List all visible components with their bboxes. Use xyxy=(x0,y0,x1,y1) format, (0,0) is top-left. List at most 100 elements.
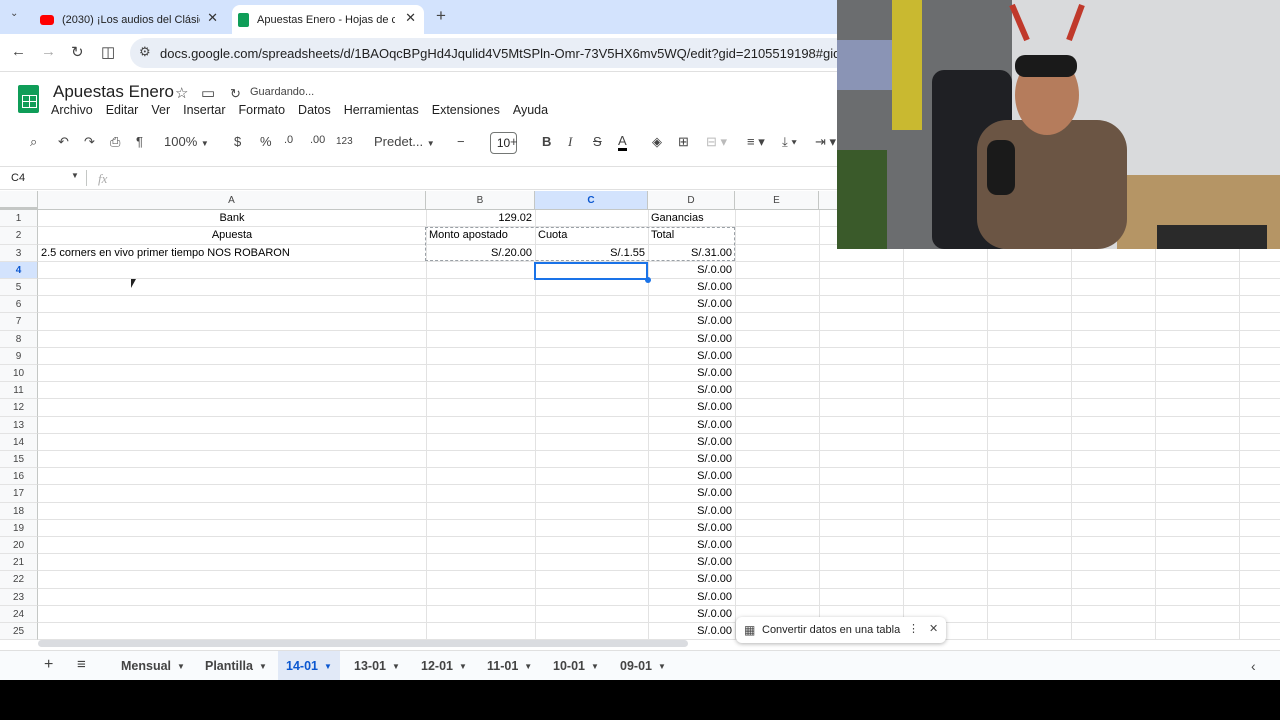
cell-b3[interactable]: S/.20.00 xyxy=(426,245,535,262)
cell-d7[interactable]: S/.0.00 xyxy=(648,313,735,330)
row-header-24[interactable]: 24 xyxy=(0,606,38,623)
menu-ver[interactable]: Ver xyxy=(151,103,170,117)
sheets-logo-icon[interactable] xyxy=(18,85,39,113)
borders-icon[interactable]: ⊞ xyxy=(678,134,689,150)
paint-format-icon[interactable]: ¶ xyxy=(136,134,143,149)
collapse-sidebar-icon[interactable]: ‹ xyxy=(1251,658,1256,674)
row-header-21[interactable]: 21 xyxy=(0,554,38,571)
row-header-8[interactable]: 8 xyxy=(0,331,38,348)
menu-herramientas[interactable]: Herramientas xyxy=(344,103,419,117)
column-header-d[interactable]: D xyxy=(648,191,735,210)
move-folder-icon[interactable]: ▭ xyxy=(201,84,215,102)
cell-a1[interactable]: Bank xyxy=(38,210,426,227)
cell-d10[interactable]: S/.0.00 xyxy=(648,365,735,382)
convert-table-chip[interactable]: ▦ Convertir datos en una tabla ⋮ ✕ xyxy=(736,617,946,643)
tab-sheets[interactable]: Apuestas Enero - Hojas de cálc ✕ xyxy=(232,5,424,34)
cell-d15[interactable]: S/.0.00 xyxy=(648,451,735,468)
active-cell-c4[interactable] xyxy=(534,262,648,280)
cell-d8[interactable]: S/.0.00 xyxy=(648,331,735,348)
row-header-7[interactable]: 7 xyxy=(0,313,38,331)
minus-icon[interactable]: − xyxy=(457,134,465,149)
split-view-icon[interactable]: ◫ xyxy=(101,43,115,61)
cell-d21[interactable]: S/.0.00 xyxy=(648,554,735,571)
decrease-decimal-button[interactable]: .0 xyxy=(284,134,293,146)
bold-icon[interactable]: B xyxy=(542,134,551,149)
sheet-tab-12-01[interactable]: 12-01 ▼ xyxy=(413,651,475,680)
row-header-6[interactable]: 6 xyxy=(0,296,38,313)
vertical-align-icon[interactable]: ⤓ ▾ xyxy=(782,134,797,150)
row-header-16[interactable]: 16 xyxy=(0,468,38,485)
row-header-15[interactable]: 15 xyxy=(0,451,38,468)
cell-c2[interactable]: Cuota xyxy=(535,227,648,244)
add-sheet-button[interactable]: + xyxy=(44,656,53,674)
row-header-20[interactable]: 20 xyxy=(0,537,38,554)
row-header-3[interactable]: 3 xyxy=(0,245,38,262)
row-header-25[interactable]: 25 xyxy=(0,623,38,640)
star-icon[interactable]: ☆ xyxy=(175,84,188,102)
cell-d1[interactable]: Ganancias xyxy=(648,210,735,227)
text-wrap-icon[interactable]: ⇥ ▾ xyxy=(815,134,836,150)
cell-d3[interactable]: S/.31.00 xyxy=(648,245,735,262)
cell-d20[interactable]: S/.0.00 xyxy=(648,537,735,554)
merge-cells-icon[interactable]: ⊟ ▾ xyxy=(706,134,727,150)
menu-extensiones[interactable]: Extensiones xyxy=(432,103,500,117)
sheet-tab-13-01[interactable]: 13-01 ▼ xyxy=(346,651,408,680)
horizontal-scrollbar[interactable] xyxy=(38,640,688,647)
cell-a3[interactable]: 2.5 corners en vivo primer tiempo NOS RO… xyxy=(38,245,426,262)
close-icon[interactable]: ✕ xyxy=(207,10,218,26)
cell-a2[interactable]: Apuesta xyxy=(38,227,426,244)
column-header-b[interactable]: B xyxy=(426,191,535,210)
sheet-tab-11-01[interactable]: 11-01 ▼ xyxy=(479,651,540,680)
cell-d22[interactable]: S/.0.00 xyxy=(648,571,735,588)
row-header-13[interactable]: 13 xyxy=(0,417,38,434)
text-color-icon[interactable]: A xyxy=(618,134,627,151)
back-icon[interactable]: ← xyxy=(11,43,26,60)
cell-d17[interactable]: S/.0.00 xyxy=(648,485,735,502)
row-header-14[interactable]: 14 xyxy=(0,434,38,451)
strikethrough-icon[interactable]: S xyxy=(593,134,602,149)
search-icon[interactable]: ⌕ xyxy=(30,134,37,150)
cell-b2[interactable]: Monto apostado xyxy=(426,227,535,244)
cell-d25[interactable]: S/.0.00 xyxy=(648,623,735,640)
row-header-4[interactable]: 4 xyxy=(0,262,38,279)
zoom-select[interactable]: 100% ▼ xyxy=(164,134,209,149)
row-header-19[interactable]: 19 xyxy=(0,520,38,537)
undo-icon[interactable]: ↶ xyxy=(58,134,69,150)
reload-icon[interactable]: ↻ xyxy=(71,43,84,61)
more-vert-icon[interactable]: ⋮ xyxy=(908,622,919,635)
menu-insertar[interactable]: Insertar xyxy=(183,103,225,117)
cell-c3[interactable]: S/.1.55 xyxy=(535,245,648,262)
row-header-9[interactable]: 9 xyxy=(0,348,38,365)
cell-d19[interactable]: S/.0.00 xyxy=(648,520,735,537)
cell-d6[interactable]: S/.0.00 xyxy=(648,296,735,313)
currency-button[interactable]: $ xyxy=(234,134,241,149)
fill-handle[interactable] xyxy=(645,277,651,283)
row-header-1[interactable]: 1 xyxy=(0,210,38,227)
cell-b1[interactable]: 129.02 xyxy=(426,210,535,227)
new-tab-button[interactable]: + xyxy=(436,6,446,26)
menu-datos[interactable]: Datos xyxy=(298,103,331,117)
fill-color-icon[interactable]: ◈ xyxy=(652,134,662,150)
menu-ayuda[interactable]: Ayuda xyxy=(513,103,548,117)
cell-d16[interactable]: S/.0.00 xyxy=(648,468,735,485)
row-header-17[interactable]: 17 xyxy=(0,485,38,503)
tab-search-icon[interactable]: ⌄ xyxy=(10,8,18,19)
italic-icon[interactable]: I xyxy=(568,134,572,150)
cell-d9[interactable]: S/.0.00 xyxy=(648,348,735,365)
row-header-12[interactable]: 12 xyxy=(0,399,38,417)
row-header-23[interactable]: 23 xyxy=(0,589,38,606)
document-title[interactable]: Apuestas Enero xyxy=(53,82,174,102)
name-box[interactable]: C4 xyxy=(11,172,25,184)
sheet-tab-plantilla[interactable]: Plantilla ▼ xyxy=(197,651,275,680)
redo-icon[interactable]: ↷ xyxy=(84,134,95,150)
plus-icon[interactable]: + xyxy=(510,134,518,149)
increase-decimal-button[interactable]: .00 xyxy=(310,134,325,146)
column-header-c[interactable]: C xyxy=(535,191,648,210)
sheet-tab-10-01[interactable]: 10-01 ▼ xyxy=(545,651,607,680)
select-all-corner[interactable] xyxy=(0,191,38,210)
cell-d11[interactable]: S/.0.00 xyxy=(648,382,735,399)
cell-d4[interactable]: S/.0.00 xyxy=(648,262,735,279)
menu-archivo[interactable]: Archivo xyxy=(51,103,93,117)
url-field[interactable]: ⚙ docs.google.com/spreadsheets/d/1BAOqcB… xyxy=(130,38,850,68)
cell-d5[interactable]: S/.0.00 xyxy=(648,279,735,296)
